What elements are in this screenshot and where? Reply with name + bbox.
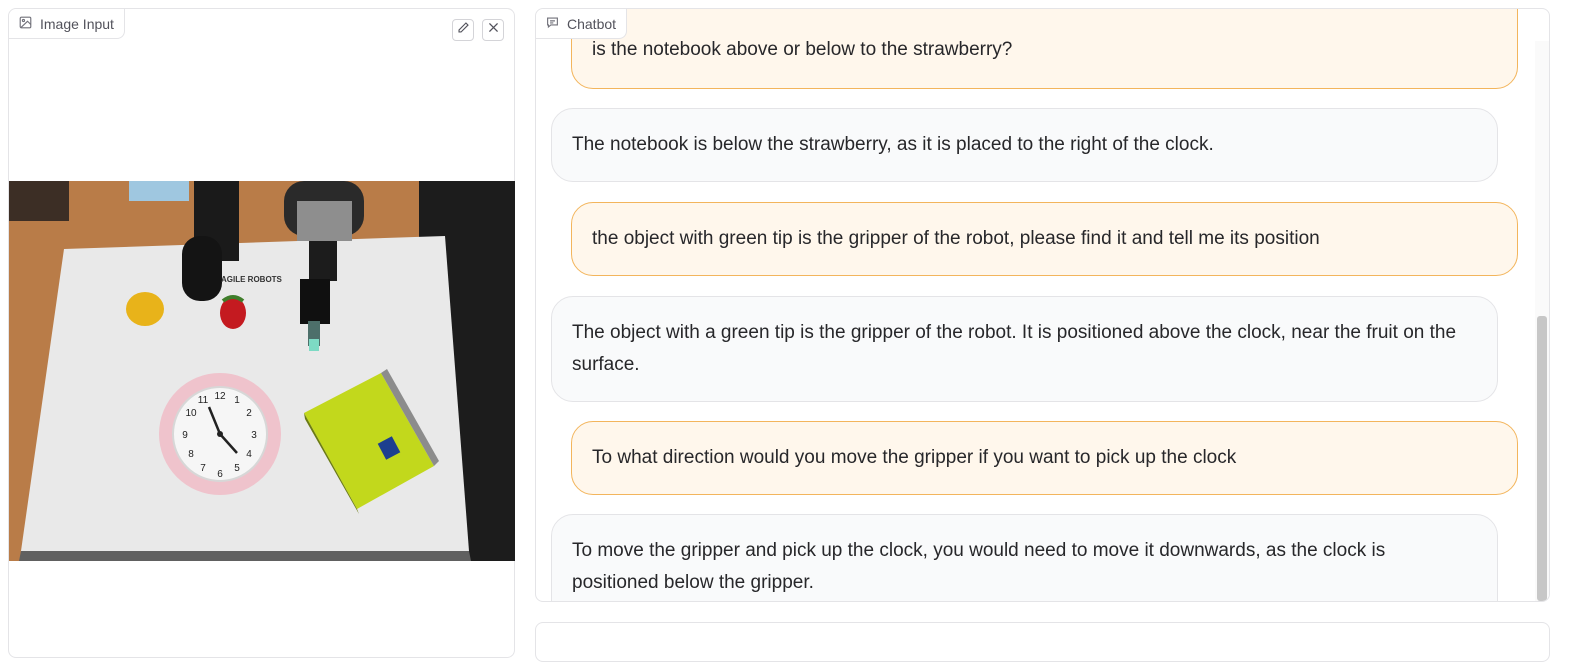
bot-message: The notebook is below the strawberry, as… [551,108,1498,182]
edit-image-button[interactable] [452,19,474,41]
clock-numeral: 7 [200,463,206,474]
pencil-icon [457,21,470,39]
message-text: To move the gripper and pick up the cloc… [572,540,1386,593]
close-icon [487,21,500,39]
clock-numeral: 9 [182,430,188,441]
message-text: To what direction would you move the gri… [592,447,1237,468]
chatbot-panel: Chatbot is the notebook above or below t… [535,8,1550,602]
agile-robots-logo: AGILE ROBOTS [221,275,283,284]
chatbot-label-text: Chatbot [567,15,617,32]
clock-numeral: 6 [217,469,223,480]
message-text: The notebook is below the strawberry, as… [572,134,1214,155]
clear-image-button[interactable] [482,19,504,41]
message-text: The object with a green tip is the gripp… [572,322,1457,375]
image-input-label-text: Image Input [40,15,114,32]
clock-numeral: 8 [188,449,194,460]
chatbot-label: Chatbot [536,9,628,39]
clock-numeral: 10 [185,408,197,419]
clock-numeral: 12 [214,391,226,402]
chat-icon [546,16,559,32]
clock-numeral: 5 [234,463,240,474]
clock-numeral: 2 [246,408,252,419]
clock-numeral: 3 [251,430,257,441]
chat-scroll-thumb[interactable] [1537,316,1547,601]
image-icon [19,16,32,32]
image-input-panel: Image Input AGILE ROBOTS 12 1 2 3 4 5 6 … [8,8,515,658]
user-message: the object with green tip is the gripper… [571,202,1518,276]
textbox-panel [535,622,1550,662]
bot-message: To move the gripper and pick up the cloc… [551,514,1498,601]
clock-numeral: 4 [246,449,252,460]
clock-numeral: 1 [234,395,240,406]
input-photo: AGILE ROBOTS 12 1 2 3 4 5 6 7 8 9 10 11 [9,181,515,561]
image-input-label: Image Input [9,9,125,39]
clock-numeral: 11 [198,395,209,406]
chat-messages[interactable]: is the notebook above or below to the st… [536,9,1536,601]
user-message: is the notebook above or below to the st… [571,9,1518,89]
user-message: To what direction would you move the gri… [571,421,1518,495]
chat-scrollbar[interactable] [1535,41,1549,601]
bot-message: The object with a green tip is the gripp… [551,296,1498,402]
message-text: is the notebook above or below to the st… [592,39,1013,60]
message-text: the object with green tip is the gripper… [592,228,1320,249]
